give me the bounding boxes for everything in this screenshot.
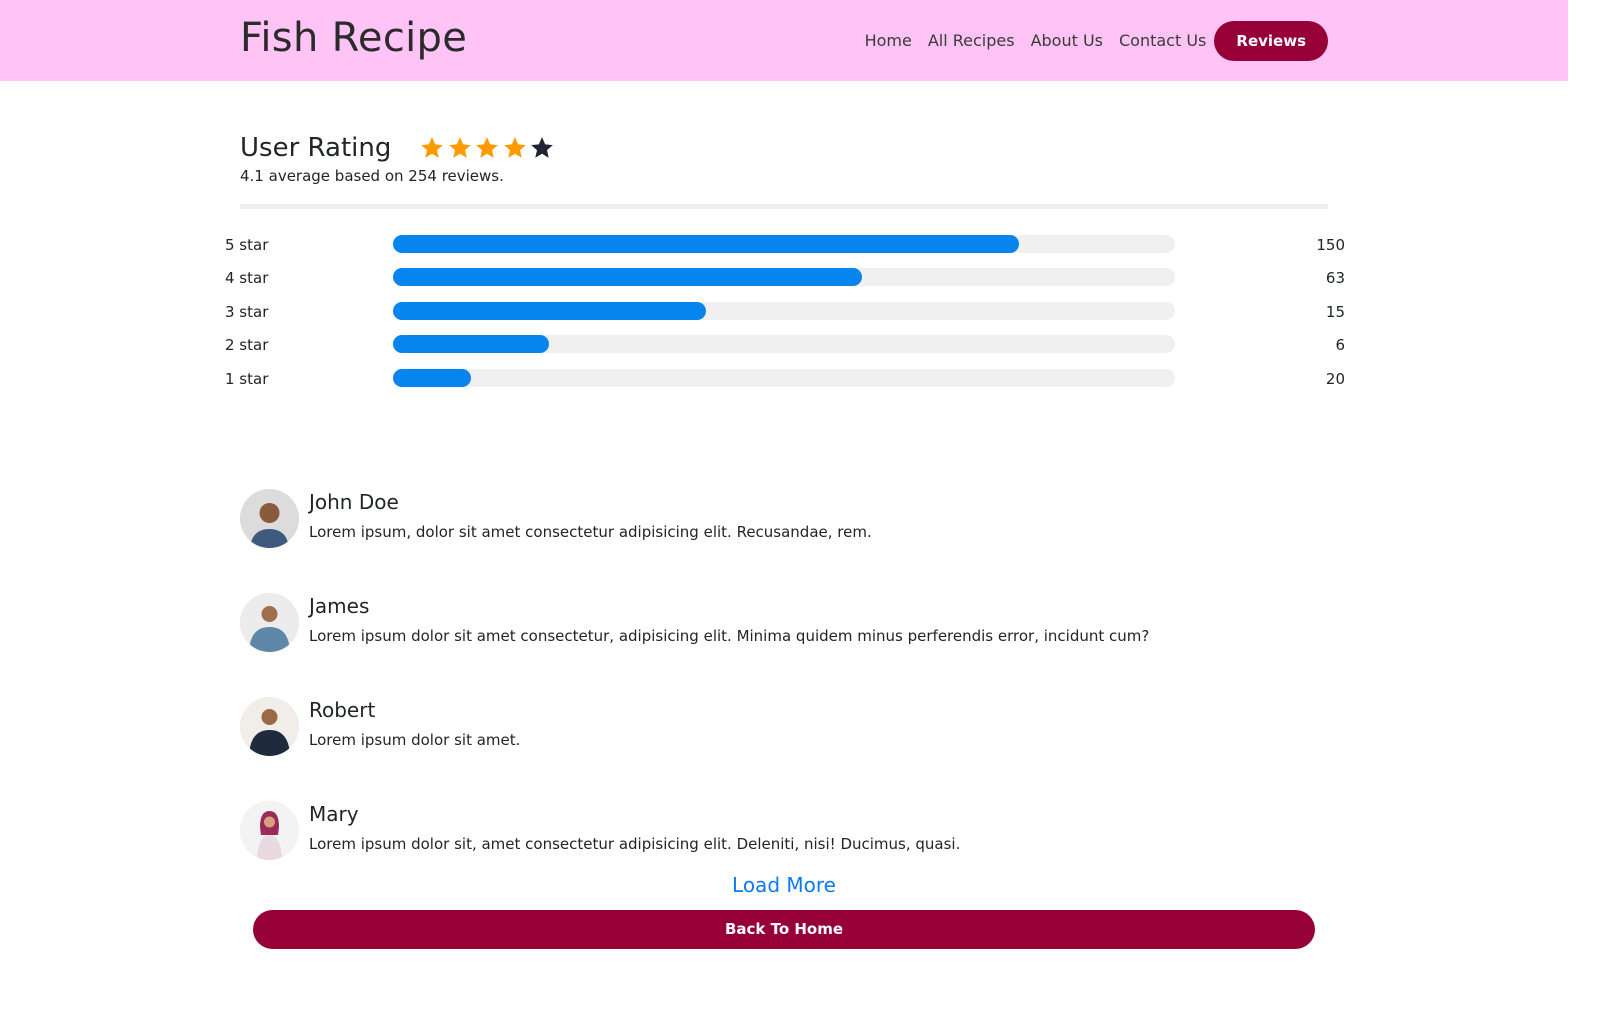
review-text: Lorem ipsum dolor sit, amet consectetur …	[309, 835, 961, 853]
nav-menu: Home All Recipes About Us Contact Us Rev…	[849, 21, 1328, 61]
star-empty-icon	[529, 135, 557, 161]
rating-row-1: 1 star 20	[225, 366, 1345, 399]
star-rating	[419, 135, 557, 161]
rating-bar-track	[393, 368, 1175, 387]
rating-bar-fill	[393, 301, 706, 320]
rating-row-label: 5 star	[225, 236, 269, 254]
nav-link-reviews[interactable]: Reviews	[1214, 21, 1328, 61]
rating-row-count: 6	[1335, 336, 1345, 355]
rating-bar-fill	[393, 268, 863, 287]
rating-row-count: 150	[1316, 236, 1345, 254]
rating-title: User Rating	[240, 133, 392, 163]
star-filled-icon	[502, 135, 530, 161]
rating-bar-fill	[393, 335, 550, 354]
rating-row-3: 3 star 15	[225, 299, 1345, 332]
rating-row-label: 3 star	[225, 302, 269, 321]
rating-row-count: 15	[1325, 302, 1345, 321]
star-filled-icon	[474, 135, 502, 161]
brand-title[interactable]: Fish Recipe	[240, 12, 467, 64]
rating-header: User Rating	[240, 130, 557, 166]
rating-bar-track	[393, 268, 1175, 287]
reviewer-name: Mary	[309, 802, 359, 826]
rating-bar-fill	[393, 235, 1019, 253]
rating-bar-fill	[393, 368, 472, 387]
rating-bar-track	[393, 335, 1175, 354]
load-more-link[interactable]: Load More	[0, 871, 1568, 899]
divider	[240, 204, 1328, 209]
rating-row-label: 1 star	[225, 369, 269, 388]
review-text: Lorem ipsum dolor sit amet consectetur, …	[309, 627, 1150, 645]
rating-row-4: 4 star 63	[225, 265, 1345, 298]
review-item: Robert Lorem ipsum dolor sit amet.	[240, 697, 1340, 801]
reviewer-name: Robert	[309, 698, 376, 722]
back-to-home-button[interactable]: Back To Home	[253, 910, 1315, 949]
rating-row-5: 5 star 150	[225, 232, 1345, 265]
reviewer-name: James	[309, 594, 370, 618]
rating-row-count: 20	[1325, 369, 1345, 388]
review-item: John Doe Lorem ipsum, dolor sit amet con…	[240, 489, 1340, 593]
review-text: Lorem ipsum dolor sit amet.	[309, 731, 521, 749]
rating-bar-track	[393, 235, 1175, 253]
star-filled-icon	[447, 135, 475, 161]
person-avatar-icon	[240, 593, 299, 652]
nav-link-about-us[interactable]: About Us	[1031, 21, 1103, 61]
rating-row-count: 63	[1325, 269, 1345, 288]
rating-row-label: 4 star	[225, 269, 269, 288]
navbar: Fish Recipe Home All Recipes About Us Co…	[0, 0, 1568, 81]
person-avatar-icon	[240, 489, 299, 548]
review-item: James Lorem ipsum dolor sit amet consect…	[240, 593, 1340, 697]
rating-row-label: 2 star	[225, 336, 269, 355]
nav-link-all-recipes[interactable]: All Recipes	[928, 21, 1015, 61]
nav-link-home[interactable]: Home	[865, 21, 912, 61]
rating-breakdown: 5 star 150 4 star 63 3 star 15 2 star 6 …	[225, 232, 1345, 399]
person-avatar-icon	[240, 697, 299, 756]
review-text: Lorem ipsum, dolor sit amet consectetur …	[309, 523, 872, 541]
rating-bar-track	[393, 301, 1175, 320]
rating-summary: 4.1 average based on 254 reviews.	[240, 167, 504, 185]
nav-link-contact-us[interactable]: Contact Us	[1119, 21, 1206, 61]
review-list: John Doe Lorem ipsum, dolor sit amet con…	[240, 489, 1340, 905]
rating-row-2: 2 star 6	[225, 332, 1345, 365]
person-avatar-icon	[240, 801, 299, 860]
star-filled-icon	[419, 135, 447, 161]
reviewer-name: John Doe	[309, 490, 399, 514]
